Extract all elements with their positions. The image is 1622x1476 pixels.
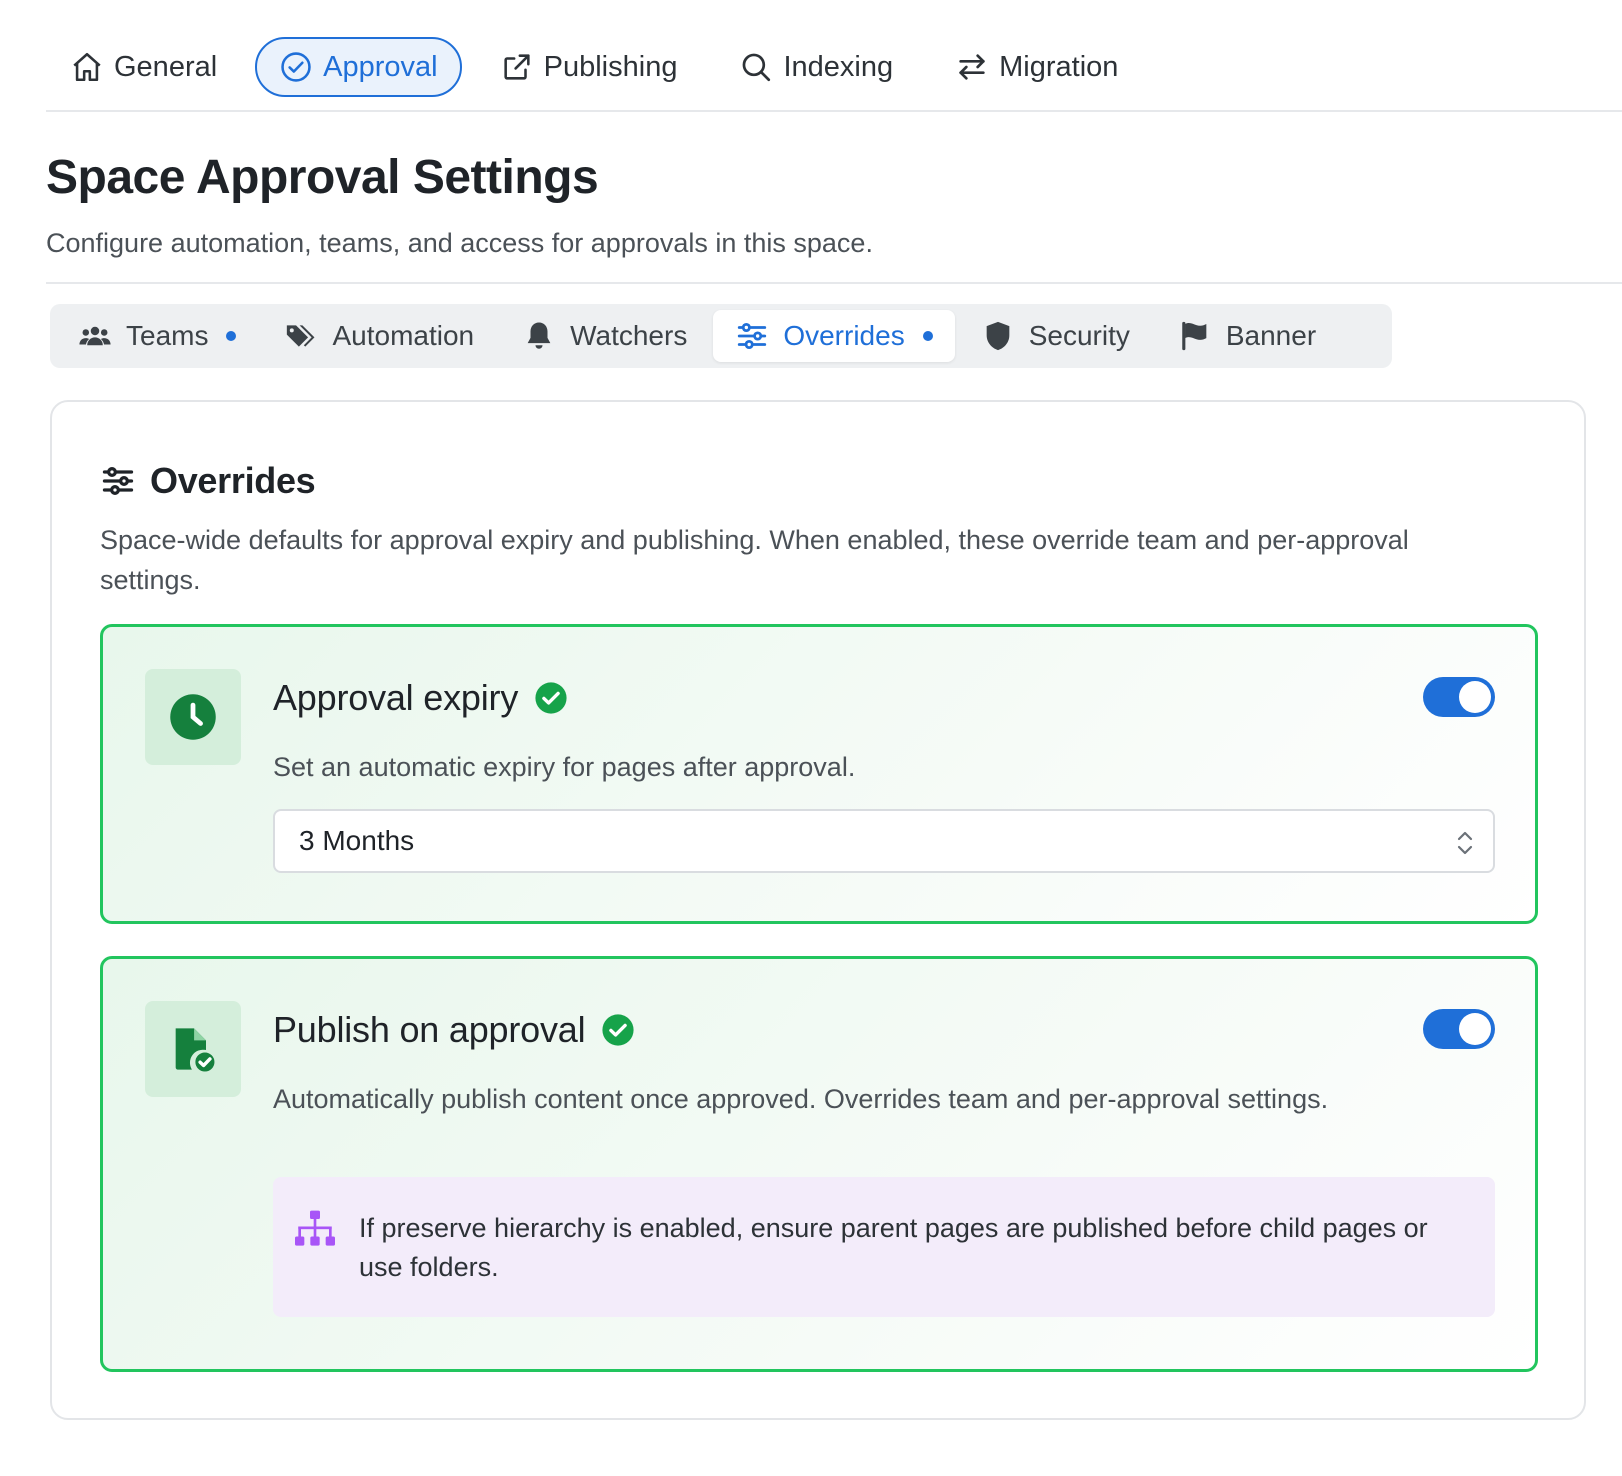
nav-divider [46, 110, 1622, 112]
nav-approval-label: Approval [323, 50, 438, 83]
section-heading: Overrides [100, 460, 316, 502]
home-icon [73, 52, 101, 82]
header-divider [46, 282, 1622, 284]
sitemap-icon [295, 1210, 335, 1246]
nav-migration-label: Migration [999, 50, 1119, 83]
tab-overrides-indicator-dot [922, 331, 933, 341]
sliders-icon [738, 322, 767, 350]
nav-indexing[interactable]: Indexing [715, 37, 917, 97]
tab-overrides-label: Overrides [783, 320, 905, 351]
toggle-knob [1459, 1013, 1491, 1045]
publish-on-approval-toggle[interactable] [1423, 1009, 1495, 1049]
approval-expiry-toggle[interactable] [1423, 677, 1495, 717]
tab-teams-indicator-dot [226, 331, 237, 341]
tags-icon [287, 325, 315, 347]
toggle-knob [1459, 681, 1491, 713]
tab-security-label: Security [1028, 320, 1130, 351]
publish-on-approval-card: Publish on approval Automatically publis… [100, 956, 1538, 1372]
approval-expiry-description: Set an automatic expiry for pages after … [273, 752, 856, 782]
publish-on-approval-title: Publish on approval [273, 1009, 586, 1050]
tab-overrides[interactable]: Overrides [713, 310, 955, 362]
bell-icon [527, 322, 551, 349]
nav-indexing-label: Indexing [783, 50, 894, 83]
flag-icon [1182, 321, 1207, 351]
swap-arrows-icon [959, 54, 985, 80]
section-title: Overrides [150, 460, 316, 501]
tab-watchers[interactable]: Watchers [500, 310, 709, 362]
sliders-icon [102, 467, 134, 495]
nav-approval[interactable]: Approval [255, 37, 462, 97]
nav-migration[interactable]: Migration [931, 37, 1142, 97]
publish-on-approval-icon-tile [145, 1001, 241, 1097]
tab-banner-label: Banner [1225, 320, 1317, 351]
file-check-icon [175, 1028, 218, 1075]
expiry-duration-select[interactable]: 3 Months [273, 809, 1495, 873]
approval-expiry-card: Approval expiry Set an automatic expiry … [100, 624, 1538, 924]
overrides-panel: Overrides Space-wide defaults for approv… [50, 400, 1586, 1420]
tab-teams[interactable]: Teams [56, 310, 258, 362]
shield-icon [986, 321, 1010, 351]
top-nav: General Approval Publishing Indexing Mig… [46, 36, 1622, 98]
tab-automation[interactable]: Automation [262, 310, 496, 362]
check-badge-icon [535, 682, 567, 714]
search-icon [743, 53, 771, 82]
chevron-up-down-icon [1457, 831, 1473, 855]
page-title: Space Approval Settings [46, 151, 599, 204]
expiry-duration-value: 3 Months [299, 825, 415, 856]
nav-publishing[interactable]: Publishing [476, 37, 702, 97]
check-circle-icon [281, 52, 311, 82]
clock-icon [170, 694, 216, 740]
page-subtitle: Configure automation, teams, and access … [46, 228, 873, 258]
settings-tabs: Teams Automation Watchers Overrides Secu… [50, 304, 1392, 368]
tab-teams-label: Teams [126, 320, 209, 351]
tab-banner[interactable]: Banner [1156, 310, 1338, 362]
approval-expiry-heading: Approval expiry [273, 677, 568, 719]
approval-expiry-title: Approval expiry [273, 677, 519, 718]
publish-on-approval-heading: Publish on approval [273, 1009, 635, 1051]
nav-general[interactable]: General [46, 37, 241, 97]
nav-publishing-label: Publishing [543, 50, 678, 83]
tab-watchers-label: Watchers [570, 320, 688, 351]
tab-automation-label: Automation [332, 320, 475, 351]
check-badge-icon [602, 1014, 635, 1046]
tab-security[interactable]: Security [959, 310, 1152, 362]
nav-general-label: General [114, 50, 218, 83]
users-icon [79, 326, 111, 346]
hierarchy-notice: If preserve hierarchy is enabled, ensure… [273, 1177, 1495, 1317]
publish-on-approval-description: Automatically publish content once appro… [273, 1084, 1329, 1114]
approval-expiry-icon-tile [145, 669, 241, 765]
section-description: Space-wide defaults for approval expiry … [100, 525, 1409, 595]
hierarchy-notice-text: If preserve hierarchy is enabled, ensure… [359, 1213, 1428, 1282]
share-icon [504, 54, 530, 80]
